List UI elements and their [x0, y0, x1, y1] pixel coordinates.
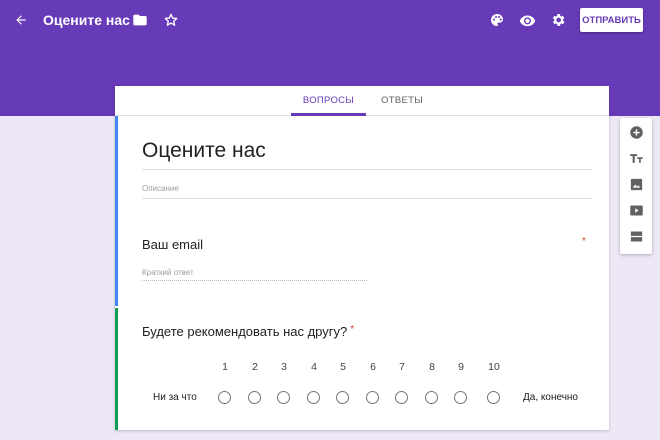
add-section-icon[interactable] — [628, 228, 644, 244]
scale-low-label: Ни за что — [153, 392, 197, 403]
required-marker: * — [350, 324, 355, 335]
form-card: ВОПРОСЫ ОТВЕТЫ Оцените нас Описание Ваш … — [115, 86, 609, 430]
eye-icon[interactable] — [517, 10, 537, 30]
scale-radio[interactable] — [277, 391, 290, 404]
scale-radio[interactable] — [454, 391, 467, 404]
send-button[interactable]: ОТПРАВИТЬ — [580, 8, 643, 32]
add-question-icon[interactable] — [628, 124, 644, 140]
short-answer-line — [142, 280, 367, 281]
scale-radio[interactable] — [395, 391, 408, 404]
scale-radio[interactable] — [248, 391, 261, 404]
scale-label: 5 — [340, 361, 346, 373]
floating-toolbar — [620, 118, 652, 254]
form-title[interactable]: Оцените нас — [142, 139, 266, 163]
add-video-icon[interactable] — [628, 202, 644, 218]
short-answer-placeholder: Краткий ответ — [142, 268, 194, 277]
scale-label: 4 — [311, 361, 317, 373]
active-question-indicator — [115, 308, 118, 430]
question-title[interactable]: Будете рекомендовать нас другу? * — [142, 324, 354, 339]
tab-bar: ВОПРОСЫ ОТВЕТЫ — [115, 86, 609, 116]
document-title[interactable]: Оцените нас — [43, 12, 130, 28]
scale-label: 7 — [399, 361, 405, 373]
scale-radio[interactable] — [307, 391, 320, 404]
tab-questions[interactable]: ВОПРОСЫ — [291, 86, 366, 116]
scale-label: 10 — [488, 361, 500, 373]
folder-icon[interactable] — [130, 10, 150, 30]
question-title-text: Будете рекомендовать нас другу? — [142, 324, 348, 339]
divider — [142, 198, 593, 199]
divider — [142, 169, 593, 170]
tab-responses[interactable]: ОТВЕТЫ — [367, 86, 437, 116]
scale-label: 1 — [222, 361, 228, 373]
section-indicator — [115, 116, 118, 306]
star-icon[interactable] — [161, 10, 181, 30]
required-marker: * — [582, 236, 586, 247]
form-header-section[interactable]: Оцените нас Описание Ваш email * Краткий… — [115, 116, 609, 306]
scale-label: 2 — [252, 361, 258, 373]
description-field[interactable]: Описание — [142, 184, 179, 193]
palette-icon[interactable] — [487, 10, 507, 30]
question-title[interactable]: Ваш email — [142, 237, 203, 252]
scale-high-label: Да, конечно — [523, 392, 578, 403]
arrow-back-icon[interactable] — [11, 10, 31, 30]
scale-radio[interactable] — [425, 391, 438, 404]
scale-label: 3 — [281, 361, 287, 373]
scale-radio[interactable] — [487, 391, 500, 404]
toolbar: Оцените нас ОТПРАВИТЬ — [0, 0, 660, 40]
gear-icon[interactable] — [548, 10, 568, 30]
add-image-icon[interactable] — [628, 176, 644, 192]
scale-radio[interactable] — [366, 391, 379, 404]
question-card-scale[interactable]: Будете рекомендовать нас другу? * 1 2 3 4… — [115, 308, 609, 430]
scale-label: 6 — [370, 361, 376, 373]
add-title-icon[interactable] — [628, 150, 644, 166]
scale-label: 8 — [429, 361, 435, 373]
scale-label: 9 — [458, 361, 464, 373]
scale-radio[interactable] — [336, 391, 349, 404]
scale-radio[interactable] — [218, 391, 231, 404]
